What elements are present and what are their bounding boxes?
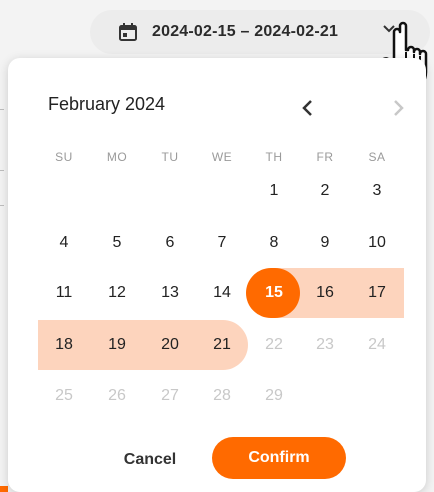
calendar-day-in-range[interactable]: 16 xyxy=(299,274,351,312)
calendar-day-disabled: 25 xyxy=(55,387,73,404)
calendar-day[interactable]: 10 xyxy=(351,224,403,262)
calendar-day[interactable]: 11 xyxy=(38,274,90,312)
calendar-day-disabled: 24 xyxy=(368,336,386,353)
calendar-day-disabled: 26 xyxy=(108,387,126,404)
background-divider xyxy=(0,109,4,110)
calendar-day[interactable]: 14 xyxy=(196,274,248,312)
calendar-day[interactable]: 2 xyxy=(299,172,351,210)
calendar-day-selected-start[interactable]: 15 xyxy=(248,274,300,312)
date-picker-popover: February 2024 SU MO TU WE TH FR SA 1 2 3… xyxy=(8,58,426,492)
calendar-day[interactable]: 8 xyxy=(248,224,300,262)
date-range-text: 2024-02-15 – 2024-02-21 xyxy=(152,23,339,40)
chevron-right-icon[interactable] xyxy=(392,98,406,118)
calendar-day[interactable]: 12 xyxy=(91,274,143,312)
calendar-day[interactable]: 13 xyxy=(144,274,196,312)
calendar-day-in-range[interactable]: 20 xyxy=(144,326,196,364)
month-label: February 2024 xyxy=(48,94,166,114)
calendar-day[interactable]: 5 xyxy=(91,224,143,262)
calendar-day[interactable]: 9 xyxy=(299,224,351,262)
calendar-day-disabled: 29 xyxy=(265,387,283,404)
calendar-day[interactable]: 1 xyxy=(248,172,300,210)
confirm-button[interactable]: Confirm xyxy=(212,437,346,479)
chevron-left-icon[interactable] xyxy=(300,98,314,118)
weekday-header: SA xyxy=(368,150,386,164)
calendar-day[interactable]: 4 xyxy=(38,224,90,262)
weekday-header: FR xyxy=(316,150,334,164)
cancel-button[interactable]: Cancel xyxy=(104,440,196,480)
weekday-header: TH xyxy=(265,150,283,164)
weekday-header: MO xyxy=(106,150,128,164)
background-accent-strip xyxy=(0,486,8,492)
calendar-day[interactable]: 7 xyxy=(196,224,248,262)
calendar-icon xyxy=(119,23,137,41)
calendar-day-in-range[interactable]: 18 xyxy=(38,326,90,364)
calendar-day-disabled: 23 xyxy=(316,336,334,353)
calendar-day-selected-end[interactable]: 21 xyxy=(196,326,248,364)
calendar-day-disabled: 28 xyxy=(213,387,231,404)
weekday-header: WE xyxy=(211,150,233,164)
calendar-day[interactable]: 6 xyxy=(144,224,196,262)
calendar-day-in-range[interactable]: 19 xyxy=(91,326,143,364)
calendar-day-disabled: 27 xyxy=(161,387,179,404)
weekday-header: TU xyxy=(161,150,179,164)
calendar-day-disabled: 22 xyxy=(265,336,283,353)
weekday-header: SU xyxy=(55,150,73,164)
background-divider xyxy=(0,205,4,206)
background-divider xyxy=(0,170,4,171)
calendar-day[interactable]: 3 xyxy=(351,172,403,210)
calendar-day-in-range[interactable]: 17 xyxy=(351,274,403,312)
